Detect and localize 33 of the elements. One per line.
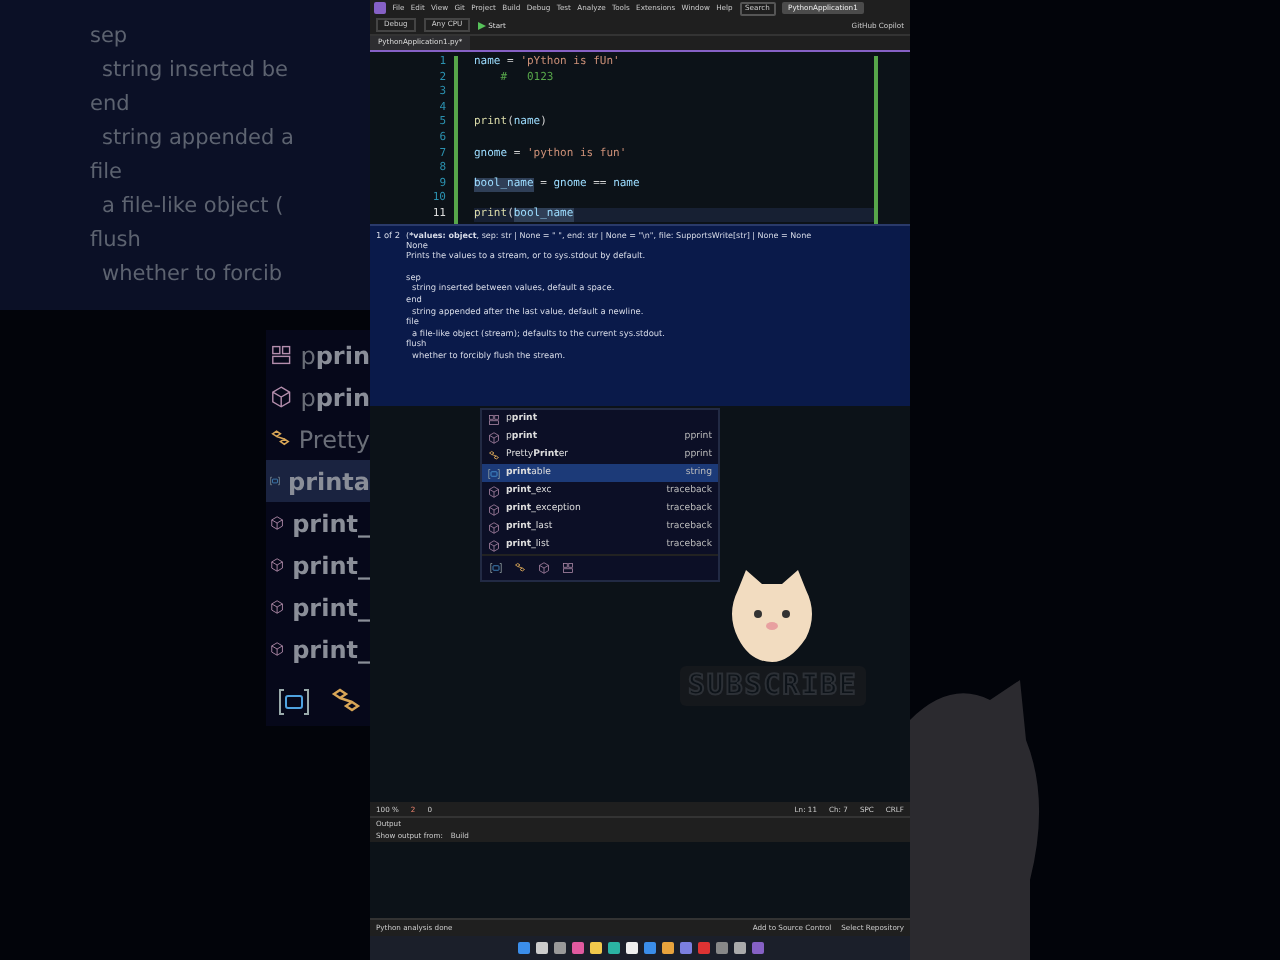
module-icon <box>270 340 293 370</box>
cube-icon <box>270 382 293 412</box>
parameter-description: string appended a <box>100 124 294 154</box>
cube-icon <box>488 521 500 534</box>
parameter-name: sep <box>90 22 128 52</box>
module-icon <box>562 562 574 575</box>
variable-icon <box>490 562 502 575</box>
completion-item-label[interactable]: print_ <box>292 635 370 663</box>
class-icon <box>514 562 526 575</box>
parameter-name: end <box>90 90 130 120</box>
class-icon <box>488 449 500 462</box>
completion-item-label[interactable]: pprin <box>300 341 370 369</box>
cube-icon <box>488 503 500 516</box>
completion-item-label[interactable]: Pretty <box>298 425 370 453</box>
parameter-name: file <box>90 158 122 188</box>
completion-item-label[interactable]: print_ <box>292 551 370 579</box>
cube-icon <box>488 539 500 552</box>
completion-item-label[interactable]: pprin <box>300 383 370 411</box>
parameter-description: a file-like object ( <box>100 192 284 222</box>
completion-item-label[interactable]: print_ <box>292 593 370 621</box>
variable-icon <box>488 467 500 480</box>
cube-icon <box>538 562 550 575</box>
variable-icon <box>278 686 310 718</box>
module-icon <box>488 413 500 426</box>
parameter-description: string inserted be <box>100 56 289 86</box>
completion-item-label[interactable]: printa <box>288 467 370 495</box>
parameter-name: flush <box>90 226 141 256</box>
app-logo-icon <box>374 2 386 15</box>
completion-item[interactable]: printa <box>266 460 370 502</box>
completion-item-label[interactable]: print_ <box>292 509 370 537</box>
cube-icon <box>488 485 500 498</box>
cube-icon <box>488 431 500 444</box>
parameter-description: whether to forcib <box>100 260 283 290</box>
